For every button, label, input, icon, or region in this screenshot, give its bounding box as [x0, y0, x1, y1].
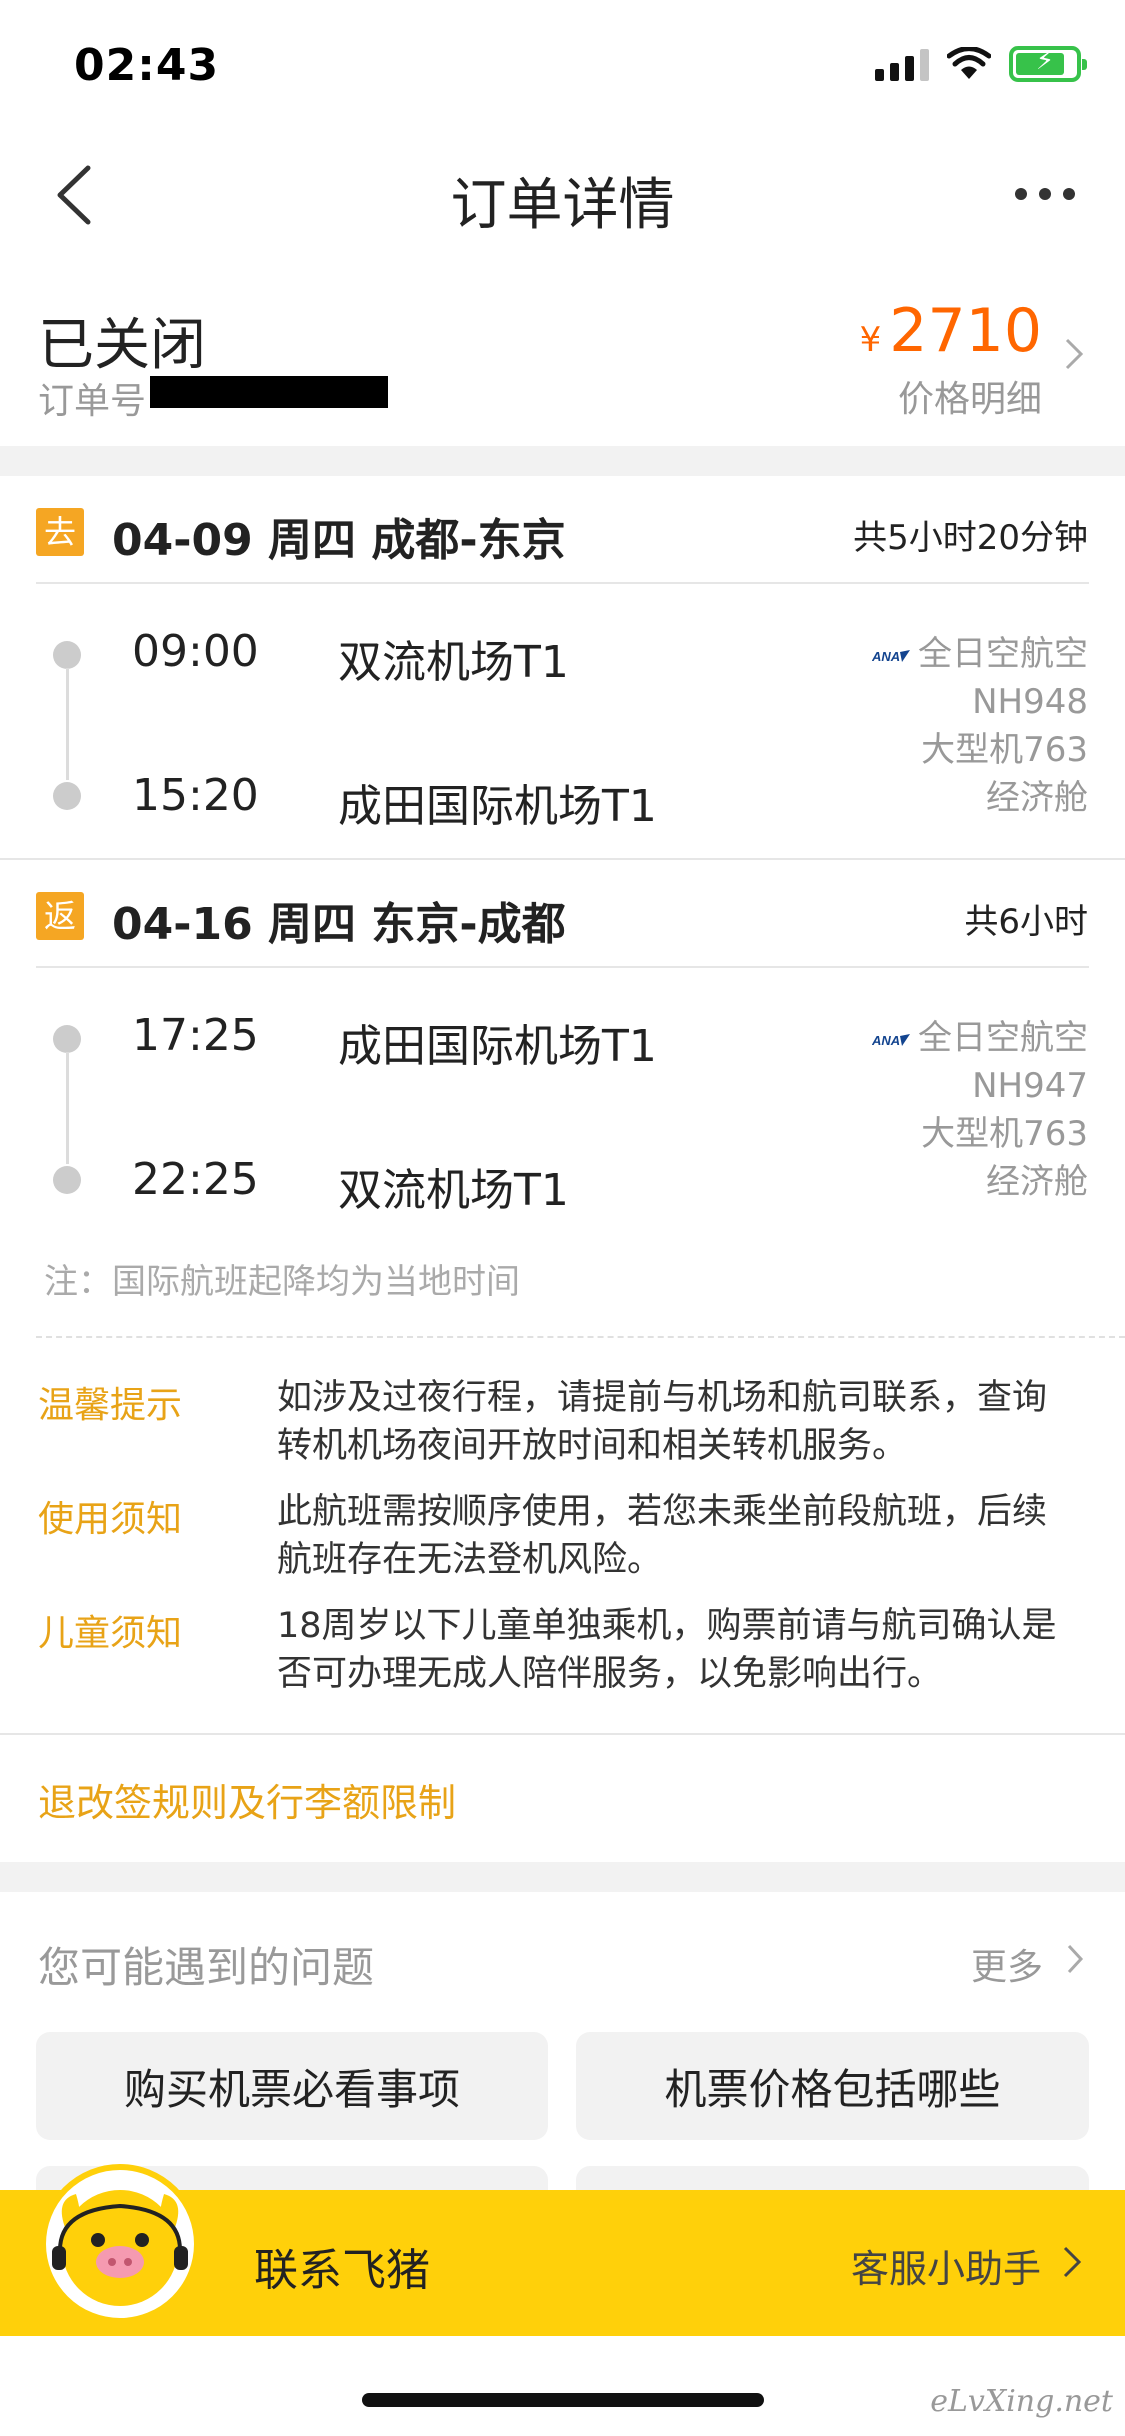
divider	[36, 966, 1089, 968]
aircraft-type: 大型机763	[921, 730, 1088, 770]
divider	[0, 858, 1125, 860]
arrival-time: 15:20	[132, 770, 259, 821]
aircraft-type: 大型机763	[921, 1114, 1088, 1154]
segment-duration: 共6小时	[964, 902, 1088, 942]
tip-line: 航班存在无法登机风险。	[277, 1540, 663, 1580]
ana-logo-icon: ANA	[872, 649, 910, 664]
tip-label-reminder: 温馨提示	[38, 1385, 183, 1426]
order-price[interactable]: ¥ 2710	[860, 296, 1042, 366]
tip-text-children: 18周岁以下儿童单独乘机，购票前请与航司确认是 否可办理无成人陪伴服务，以免影响…	[277, 1602, 1089, 1698]
status-icons: ⚡	[875, 44, 1087, 84]
section-divider	[0, 1862, 1125, 1892]
arrival-dot	[53, 1166, 81, 1194]
page-title: 订单详情	[450, 173, 675, 238]
departure-airport: 成田国际机场T1	[338, 1021, 657, 1072]
order-number-label: 订单号	[38, 381, 147, 422]
faq-more-link[interactable]: 更多	[971, 1938, 1043, 1990]
tip-line: 否可办理无成人陪伴服务，以免影响出行。	[277, 1654, 943, 1694]
customer-service-link[interactable]: 客服小助手	[851, 2238, 1041, 2293]
status-time: 02:43	[74, 40, 220, 91]
divider	[0, 1733, 1125, 1735]
home-indicator[interactable]	[362, 2393, 764, 2407]
cabin-class: 经济舱	[986, 778, 1088, 818]
departure-airport: 双流机场T1	[338, 637, 569, 688]
airline-name: 全日空航空	[918, 634, 1088, 674]
section-divider	[0, 446, 1125, 476]
tip-line: 如涉及过夜行程，请提前与机场和航司联系，查询	[277, 1378, 1048, 1418]
price-currency: ¥	[859, 320, 882, 360]
chevron-right-icon[interactable]	[1061, 2244, 1083, 2280]
svg-text:ANA: ANA	[872, 649, 900, 664]
price-value: 2710	[889, 296, 1042, 366]
segment-title: 04-16 周四 东京-成都	[112, 899, 566, 950]
faq-item[interactable]: 购买机票必看事项	[36, 2032, 548, 2140]
segment-title: 04-09 周四 成都-东京	[112, 515, 566, 566]
mascot-icon	[40, 2164, 200, 2324]
watermark: eLvXing.net	[930, 2384, 1113, 2419]
local-time-note: 注：国际航班起降均为当地时间	[44, 1262, 520, 1302]
arrival-airport: 成田国际机场T1	[338, 781, 657, 832]
departure-dot	[53, 1025, 81, 1053]
timeline-line	[66, 1052, 69, 1164]
arrival-dot	[53, 782, 81, 810]
contact-label[interactable]: 联系飞猪	[254, 2234, 430, 2298]
dashed-divider	[36, 1336, 1125, 1338]
svg-text:ANA: ANA	[872, 1033, 900, 1048]
flight-info: ANA 全日空航空 NH948 大型机763 经济舱	[872, 630, 1088, 822]
tip-text-reminder: 如涉及过夜行程，请提前与机场和航司联系，查询 转机机场夜间开放时间和相关转机服务…	[277, 1374, 1089, 1470]
arrival-airport: 双流机场T1	[338, 1165, 569, 1216]
cabin-class: 经济舱	[986, 1162, 1088, 1202]
tip-label-children: 儿童须知	[38, 1613, 183, 1654]
segment-duration: 共5小时20分钟	[853, 518, 1088, 558]
divider	[36, 582, 1089, 584]
flight-info: ANA 全日空航空 NH947 大型机763 经济舱	[872, 1014, 1088, 1206]
tip-line: 18周岁以下儿童单独乘机，购票前请与航司确认是	[277, 1606, 1057, 1646]
faq-title: 您可能遇到的问题	[38, 1943, 375, 1992]
arrival-time: 22:25	[132, 1154, 259, 1205]
tip-text-usage: 此航班需按顺序使用，若您未乘坐前段航班，后续 航班存在无法登机风险。	[277, 1488, 1089, 1584]
airline-name: 全日空航空	[918, 1018, 1088, 1058]
wifi-icon	[947, 47, 991, 79]
chevron-right-icon[interactable]	[1063, 336, 1085, 372]
chevron-right-icon[interactable]	[1065, 1942, 1085, 1976]
signal-icon	[875, 47, 929, 81]
price-detail-link[interactable]: 价格明细	[898, 370, 1042, 422]
departure-time: 17:25	[132, 1010, 259, 1061]
departure-dot	[53, 641, 81, 669]
flight-number: NH948	[972, 682, 1088, 722]
tip-line: 转机机场夜间开放时间和相关转机服务。	[277, 1426, 908, 1466]
segment-tag-return: 返	[36, 892, 84, 940]
tip-line: 此航班需按顺序使用，若您未乘坐前段航班，后续	[277, 1492, 1048, 1532]
ana-logo-icon: ANA	[872, 1033, 910, 1048]
more-icon[interactable]	[1015, 188, 1075, 200]
faq-item[interactable]: 机票价格包括哪些	[576, 2032, 1089, 2140]
timeline-line	[66, 668, 69, 780]
flight-number: NH947	[972, 1066, 1088, 1106]
battery-icon: ⚡	[1009, 46, 1087, 82]
order-status: 已关闭	[38, 313, 206, 378]
order-number-redacted	[150, 376, 388, 408]
departure-time: 09:00	[132, 626, 259, 677]
tip-label-usage: 使用须知	[38, 1499, 183, 1540]
segment-tag-outbound: 去	[36, 508, 84, 556]
rules-link[interactable]: 退改签规则及行李额限制	[38, 1772, 456, 1827]
